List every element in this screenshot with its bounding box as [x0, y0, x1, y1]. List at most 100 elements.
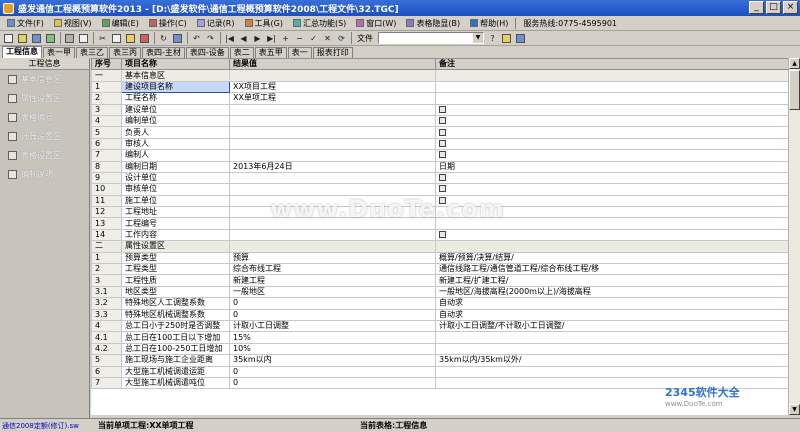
- cell-value[interactable]: 一般地区: [229, 285, 436, 299]
- cell-note[interactable]: 一般地区/海拔高程(2000m以上)/海拔高程: [435, 285, 788, 299]
- calendar-picker-icon[interactable]: [439, 185, 446, 193]
- cell-note[interactable]: [435, 217, 788, 230]
- minimize-button[interactable]: _: [749, 1, 764, 14]
- cell-note[interactable]: 自动求: [435, 308, 788, 322]
- cell-note[interactable]: 自动求: [435, 297, 788, 310]
- table-row[interactable]: 3 工程性质 新建工程 新建工程/扩建工程/: [91, 274, 788, 287]
- next-record-button[interactable]: ▶: [251, 32, 264, 45]
- cell-note[interactable]: [435, 80, 788, 94]
- cell-note[interactable]: [435, 228, 788, 242]
- maximize-button[interactable]: □: [766, 1, 781, 14]
- cell-note[interactable]: [435, 331, 788, 344]
- col-header-value[interactable]: 结果值: [229, 58, 436, 71]
- cell-value[interactable]: XX单项工程: [229, 92, 436, 105]
- menu-help[interactable]: 帮助(H): [465, 17, 513, 30]
- cell-value[interactable]: [229, 103, 436, 116]
- section-row[interactable]: 二属性设置区: [91, 240, 788, 253]
- tab-table3b[interactable]: 表三乙: [76, 47, 108, 58]
- calendar-picker-icon[interactable]: [439, 196, 446, 204]
- tab-report-print[interactable]: 报表打印: [312, 47, 353, 58]
- table-row[interactable]: 13 工程编号: [91, 217, 788, 230]
- cancel-edit-button[interactable]: ✕: [321, 32, 334, 45]
- cell-note[interactable]: [435, 171, 788, 185]
- table-row[interactable]: 12 工程地址: [91, 206, 788, 219]
- delete-button[interactable]: [138, 32, 151, 45]
- cell-note[interactable]: [435, 183, 788, 196]
- table-row[interactable]: 3.3 特殊地区机械调整系数 0 自动求: [91, 308, 788, 322]
- cell-value[interactable]: 35km以内: [229, 354, 436, 367]
- menu-summary[interactable]: 汇总功能(S): [288, 17, 351, 30]
- sidebar-item-notes[interactable]: 编制说明: [0, 165, 89, 184]
- copy-button[interactable]: [110, 32, 123, 45]
- file-combo[interactable]: ▼: [378, 32, 484, 44]
- table-row[interactable]: 10 审核单位: [91, 183, 788, 196]
- cell-value[interactable]: [229, 206, 436, 219]
- cell-note[interactable]: 通信线路工程/通信管道工程/综合布线工程/移: [435, 263, 788, 276]
- help-button[interactable]: ?: [486, 32, 499, 45]
- table-row[interactable]: 5 负责人: [91, 126, 788, 139]
- sidebar-item-table-settings[interactable]: 表格设置区: [0, 146, 89, 165]
- calendar-picker-icon[interactable]: [439, 139, 446, 147]
- close-button[interactable]: ×: [783, 1, 798, 14]
- cell-value[interactable]: 0: [229, 297, 436, 310]
- menu-tools[interactable]: 工具(G): [240, 17, 288, 30]
- menu-edit[interactable]: 编辑(E): [97, 17, 144, 30]
- cell-note[interactable]: [435, 126, 788, 139]
- cell-value[interactable]: 预算: [229, 251, 436, 265]
- cell-note[interactable]: [435, 342, 788, 356]
- menu-file[interactable]: 文件(F): [2, 17, 49, 30]
- table-row[interactable]: 14 工作内容: [91, 228, 788, 242]
- web-button[interactable]: [514, 32, 527, 45]
- table-row[interactable]: 1 建设项目名称 XX项目工程: [91, 80, 788, 94]
- title-bar[interactable]: 盛发通信工程概预算软件2013 - [D:\盛发软件\通信工程概预算软件2008…: [0, 0, 800, 16]
- col-header-name[interactable]: 项目名称: [121, 58, 230, 71]
- refresh-button[interactable]: ↻: [157, 32, 170, 45]
- first-record-button[interactable]: |◀: [223, 32, 236, 45]
- cell-note[interactable]: 日期: [435, 160, 788, 173]
- table-row[interactable]: 4 总工日小于250时是否调整 计取小工日调整 计取小工日调整/不计取小工日调整/: [91, 319, 788, 333]
- cell-value[interactable]: [229, 194, 436, 208]
- section-row[interactable]: 一基本信息区: [91, 69, 788, 82]
- table-row[interactable]: 9 设计单位: [91, 171, 788, 185]
- tab-table1[interactable]: 表一: [287, 47, 312, 58]
- cell-value[interactable]: 新建工程: [229, 274, 436, 287]
- menu-window[interactable]: 窗口(W): [351, 17, 401, 30]
- confirm-button[interactable]: ✓: [307, 32, 320, 45]
- cell-value[interactable]: [229, 69, 436, 82]
- table-row[interactable]: 3.1 地区类型 一般地区 一般地区/海拔高程(2000m以上)/海拔高程: [91, 285, 788, 299]
- tab-table1a[interactable]: 表一甲: [43, 47, 75, 58]
- open-file-button[interactable]: [16, 32, 29, 45]
- cell-note[interactable]: [435, 149, 788, 162]
- table-row[interactable]: 4.1 总工日在100工日以下增加 15%: [91, 331, 788, 344]
- cell-value[interactable]: 10%: [229, 342, 436, 356]
- cell-value[interactable]: [229, 228, 436, 242]
- tab-table2[interactable]: 表二: [229, 47, 254, 58]
- cell-note[interactable]: 概算/预算/决算/结算/: [435, 251, 788, 265]
- table-row[interactable]: 4 编制单位: [91, 114, 788, 128]
- cell-value[interactable]: 0: [229, 365, 436, 378]
- cell-value[interactable]: [229, 217, 436, 230]
- table-row[interactable]: 1 预算类型 预算 概算/预算/决算/结算/: [91, 251, 788, 265]
- cell-value[interactable]: 0: [229, 376, 436, 390]
- table-row[interactable]: 7 编制人: [91, 149, 788, 162]
- cell-note[interactable]: [435, 365, 788, 378]
- save-button[interactable]: [30, 32, 43, 45]
- table-row[interactable]: 3.2 特殊地区人工调整系数 0 自动求: [91, 297, 788, 310]
- table-row[interactable]: 2 工程名称 XX单项工程: [91, 92, 788, 105]
- table-row[interactable]: 6 审核人: [91, 137, 788, 151]
- table-row[interactable]: 5 施工现场与施工企业距离 35km以内 35km以内/35km以外/: [91, 354, 788, 367]
- cell-note[interactable]: [435, 114, 788, 128]
- cut-button[interactable]: ✂: [96, 32, 109, 45]
- tab-table4-equipment[interactable]: 表四-设备: [185, 47, 229, 58]
- cell-value[interactable]: 2013年6月24日: [229, 160, 436, 173]
- cell-value[interactable]: 计取小工日调整: [229, 319, 436, 333]
- calendar-picker-icon[interactable]: [439, 105, 446, 113]
- undo-button[interactable]: ↶: [190, 32, 203, 45]
- cell-note[interactable]: [435, 240, 788, 253]
- cell-value[interactable]: 15%: [229, 331, 436, 344]
- cell-note[interactable]: 35km以内/35km以外/: [435, 354, 788, 367]
- scroll-up-icon[interactable]: ▲: [789, 58, 800, 69]
- tab-project-info[interactable]: 工程信息: [2, 46, 42, 58]
- print-button[interactable]: [63, 32, 76, 45]
- cell-note[interactable]: 新建工程/扩建工程/: [435, 274, 788, 287]
